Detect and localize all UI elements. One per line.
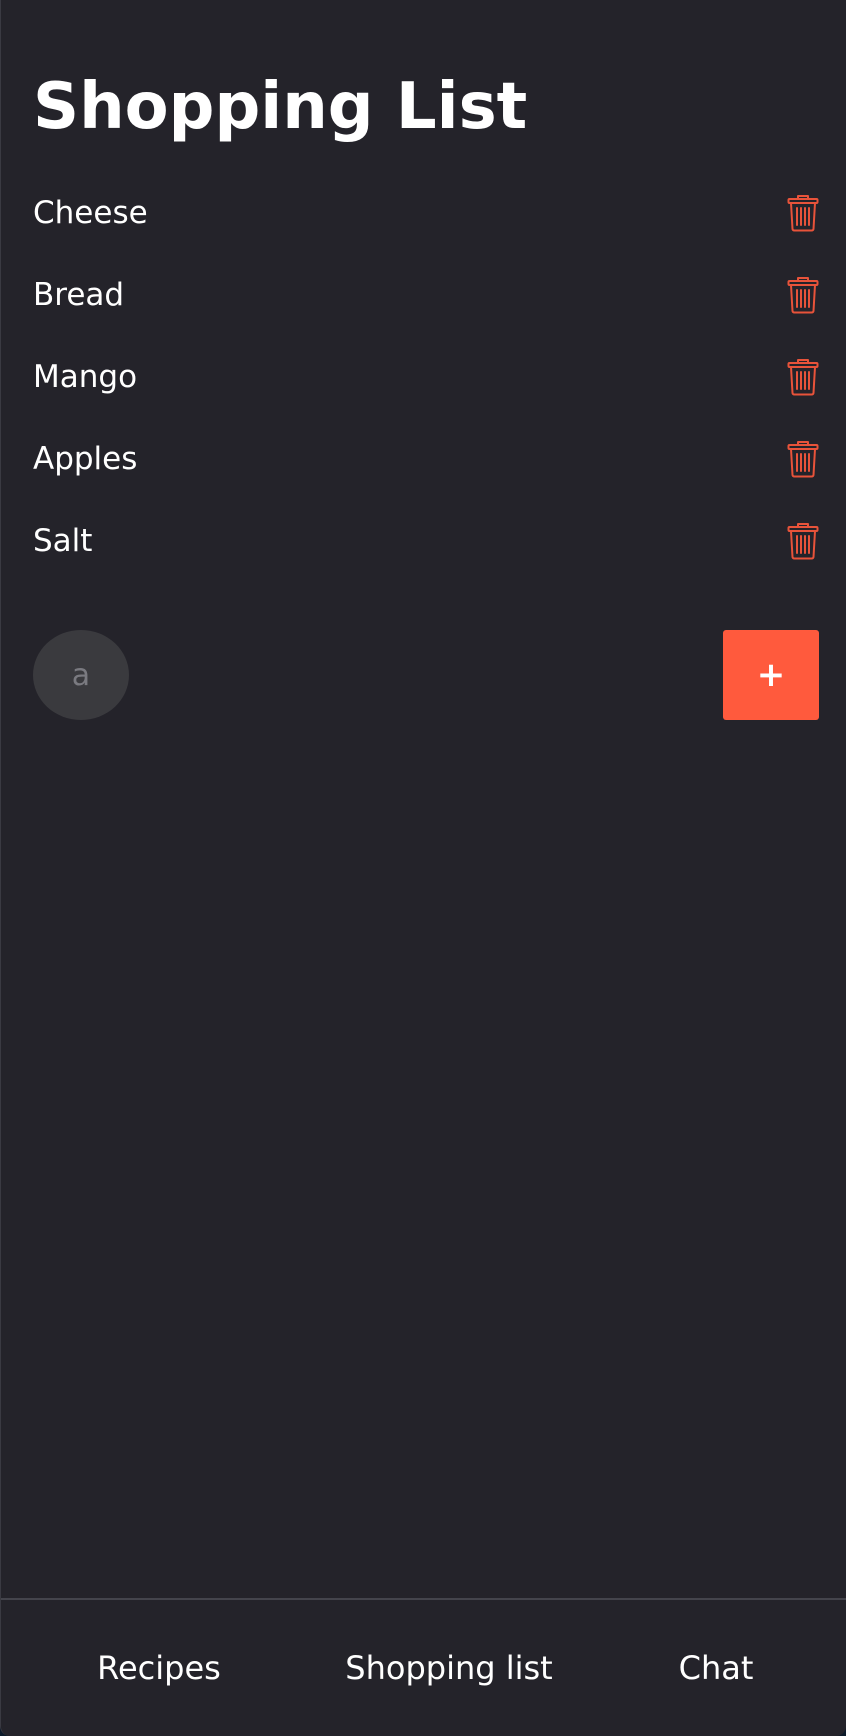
list-item-label: Apples <box>33 441 138 477</box>
list-item: Apples <box>1 418 846 500</box>
add-item-button[interactable]: + <box>723 630 819 720</box>
list-item: Cheese <box>1 172 846 254</box>
nav-item-recipes[interactable]: Recipes <box>61 1600 257 1736</box>
trash-icon[interactable] <box>783 437 823 481</box>
add-item-row: a + <box>33 630 819 720</box>
trash-icon[interactable] <box>783 191 823 235</box>
list-item: Bread <box>1 254 846 336</box>
list-item-label: Cheese <box>33 195 148 231</box>
list-item: Mango <box>1 336 846 418</box>
shopping-list: Cheese Bread Mango Apples Salt <box>1 172 846 582</box>
trash-icon[interactable] <box>783 273 823 317</box>
bottom-nav: Recipes Shopping list Chat <box>1 1598 846 1736</box>
list-item: Salt <box>1 500 846 582</box>
list-item-label: Bread <box>33 277 125 313</box>
nav-item-shopping-list[interactable]: Shopping list <box>321 1600 577 1736</box>
list-item-label: Mango <box>33 359 138 395</box>
trash-icon[interactable] <box>783 519 823 563</box>
nav-item-chat[interactable]: Chat <box>641 1600 791 1736</box>
trash-icon[interactable] <box>783 355 823 399</box>
list-item-label: Salt <box>33 523 93 559</box>
page-title: Shopping List <box>33 70 528 144</box>
app-window: Shopping List Cheese Bread Mango Apples … <box>0 0 846 1736</box>
avatar[interactable]: a <box>33 630 129 720</box>
